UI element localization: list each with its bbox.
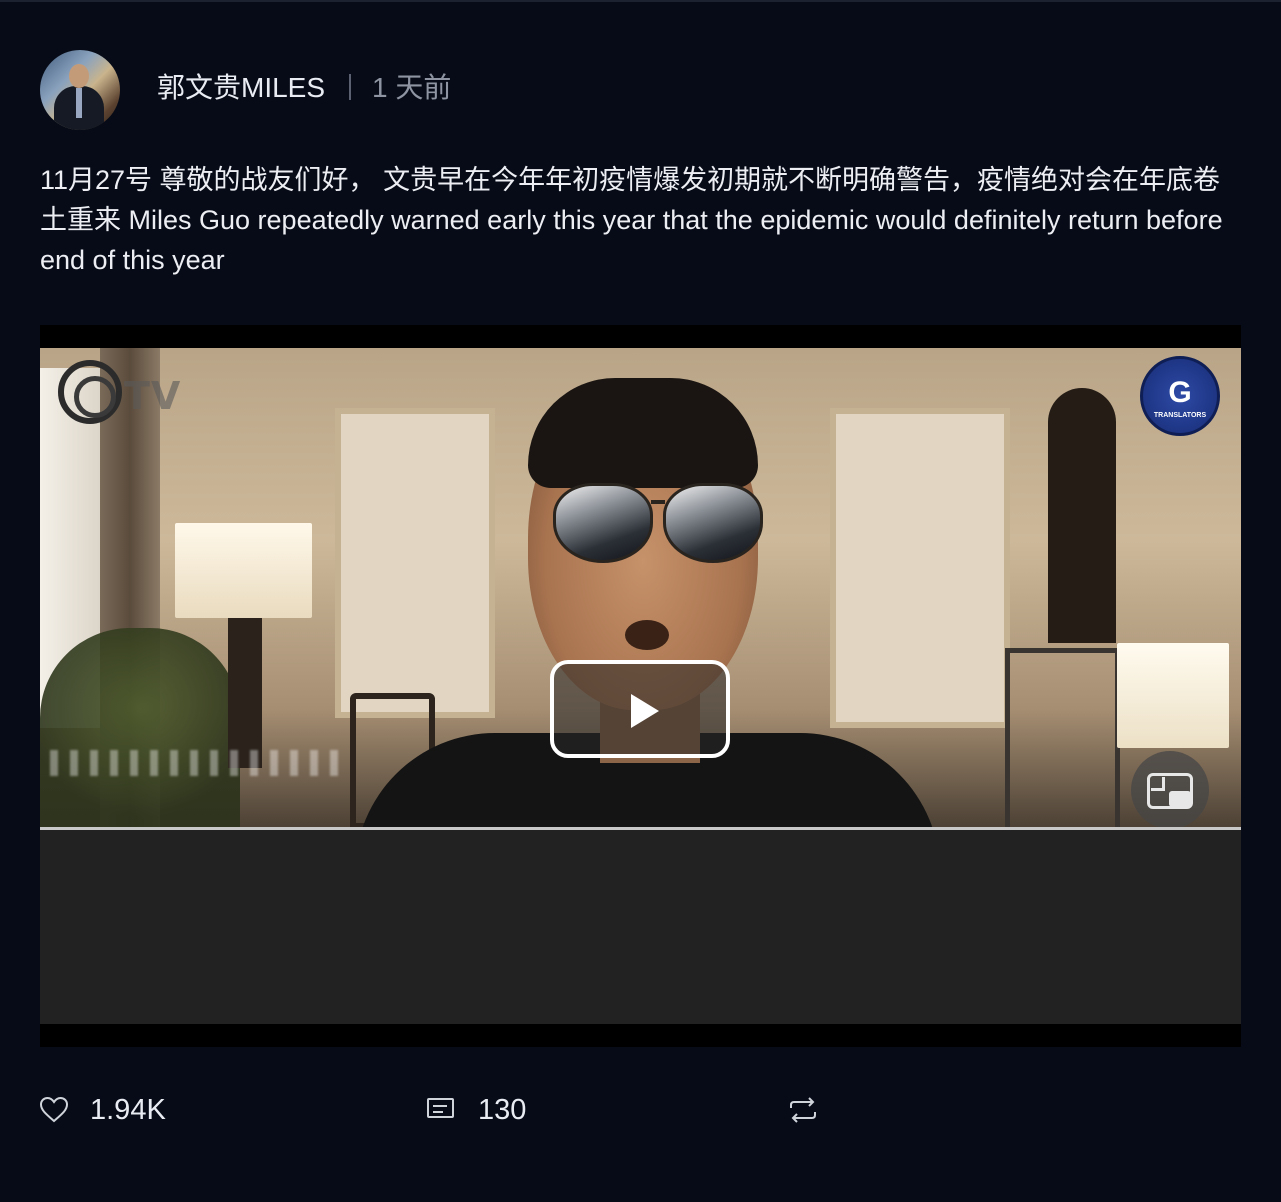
speaker-mouth [625,620,669,650]
post-card: 郭文贵MILES 1 天前 11月27号 尊敬的战友们好， 文贵早在今年年初疫情… [0,0,1281,1202]
scene-lamp-left [175,523,312,618]
pip-inset-icon [1169,791,1191,807]
sunglasses-bridge [651,500,665,504]
scene-plant [40,628,240,829]
video-letterbox [40,830,1241,1024]
play-button[interactable] [550,660,730,758]
scene-lamp-right [1117,643,1229,748]
sunglasses-right-lens [663,483,763,563]
gtv-logo-text: TV [124,374,182,418]
scene-wall-panel [830,408,1010,728]
repost-icon [787,1096,819,1124]
comment-count: 130 [478,1094,527,1126]
video-frame: TV G TRANSLATORS [40,348,1241,829]
header-separator [349,74,351,100]
author-name[interactable]: 郭文贵MILES [157,70,325,106]
play-icon [631,694,659,728]
heart-icon [39,1096,69,1123]
translators-badge-logo: G TRANSLATORS [1140,356,1220,436]
gtv-logo-icon [58,360,122,424]
post-timestamp: 1 天前 [372,72,452,103]
speaker-hair [528,378,758,488]
post-text: 11月27号 尊敬的战友们好， 文贵早在今年年初疫情爆发初期就不断明确警告，疫情… [40,165,1223,275]
scene-lamp-left-base [228,618,262,768]
picture-in-picture-button[interactable] [1131,751,1209,829]
avatar-figure-tie [76,88,82,118]
sunglasses-left-lens [553,483,653,563]
scene-shelf [1005,648,1120,829]
scene-wall-panel [335,408,495,718]
scene-doorway [1048,388,1116,643]
comment-icon [426,1096,456,1124]
like-count: 1.94K [90,1094,166,1126]
author-avatar[interactable] [40,50,120,130]
like-button[interactable]: 1.94K [39,1090,166,1130]
video-player[interactable]: TV G TRANSLATORS [40,325,1241,1047]
pip-arrow-icon [1151,777,1165,791]
repost-button[interactable] [787,1090,819,1130]
burned-in-subtitle [50,750,340,776]
comment-button[interactable]: 130 [426,1090,526,1130]
badge-letter: G [1168,376,1192,409]
avatar-figure-head [69,64,89,88]
badge-subtext: TRANSLATORS [1153,412,1207,419]
